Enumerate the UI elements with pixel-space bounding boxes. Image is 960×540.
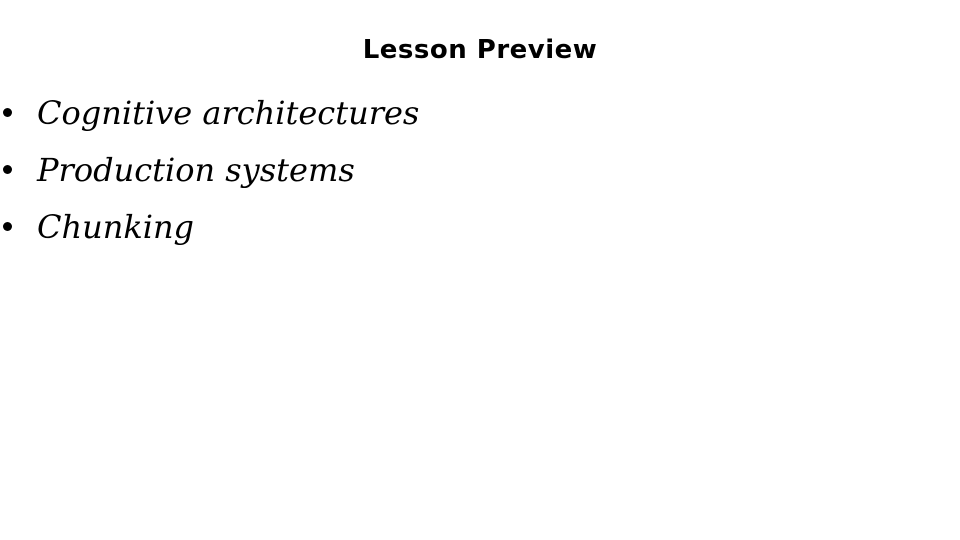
bullet-dot-icon	[3, 222, 12, 231]
bullet-text: Cognitive architectures	[37, 93, 420, 132]
bullet-dot-icon	[3, 165, 12, 174]
slide-title: Lesson Preview	[362, 35, 598, 65]
bullet-list: Cognitive architectures Production syste…	[0, 84, 419, 255]
bullet-item: Cognitive architectures	[0, 84, 419, 141]
bullet-item: Production systems	[0, 141, 419, 198]
bullet-item: Chunking	[0, 198, 419, 255]
bullet-dot-icon	[3, 108, 12, 117]
slide: Lesson Preview Cognitive architectures P…	[0, 0, 960, 540]
bullet-text: Production systems	[37, 150, 355, 189]
bullet-text: Chunking	[37, 207, 195, 246]
